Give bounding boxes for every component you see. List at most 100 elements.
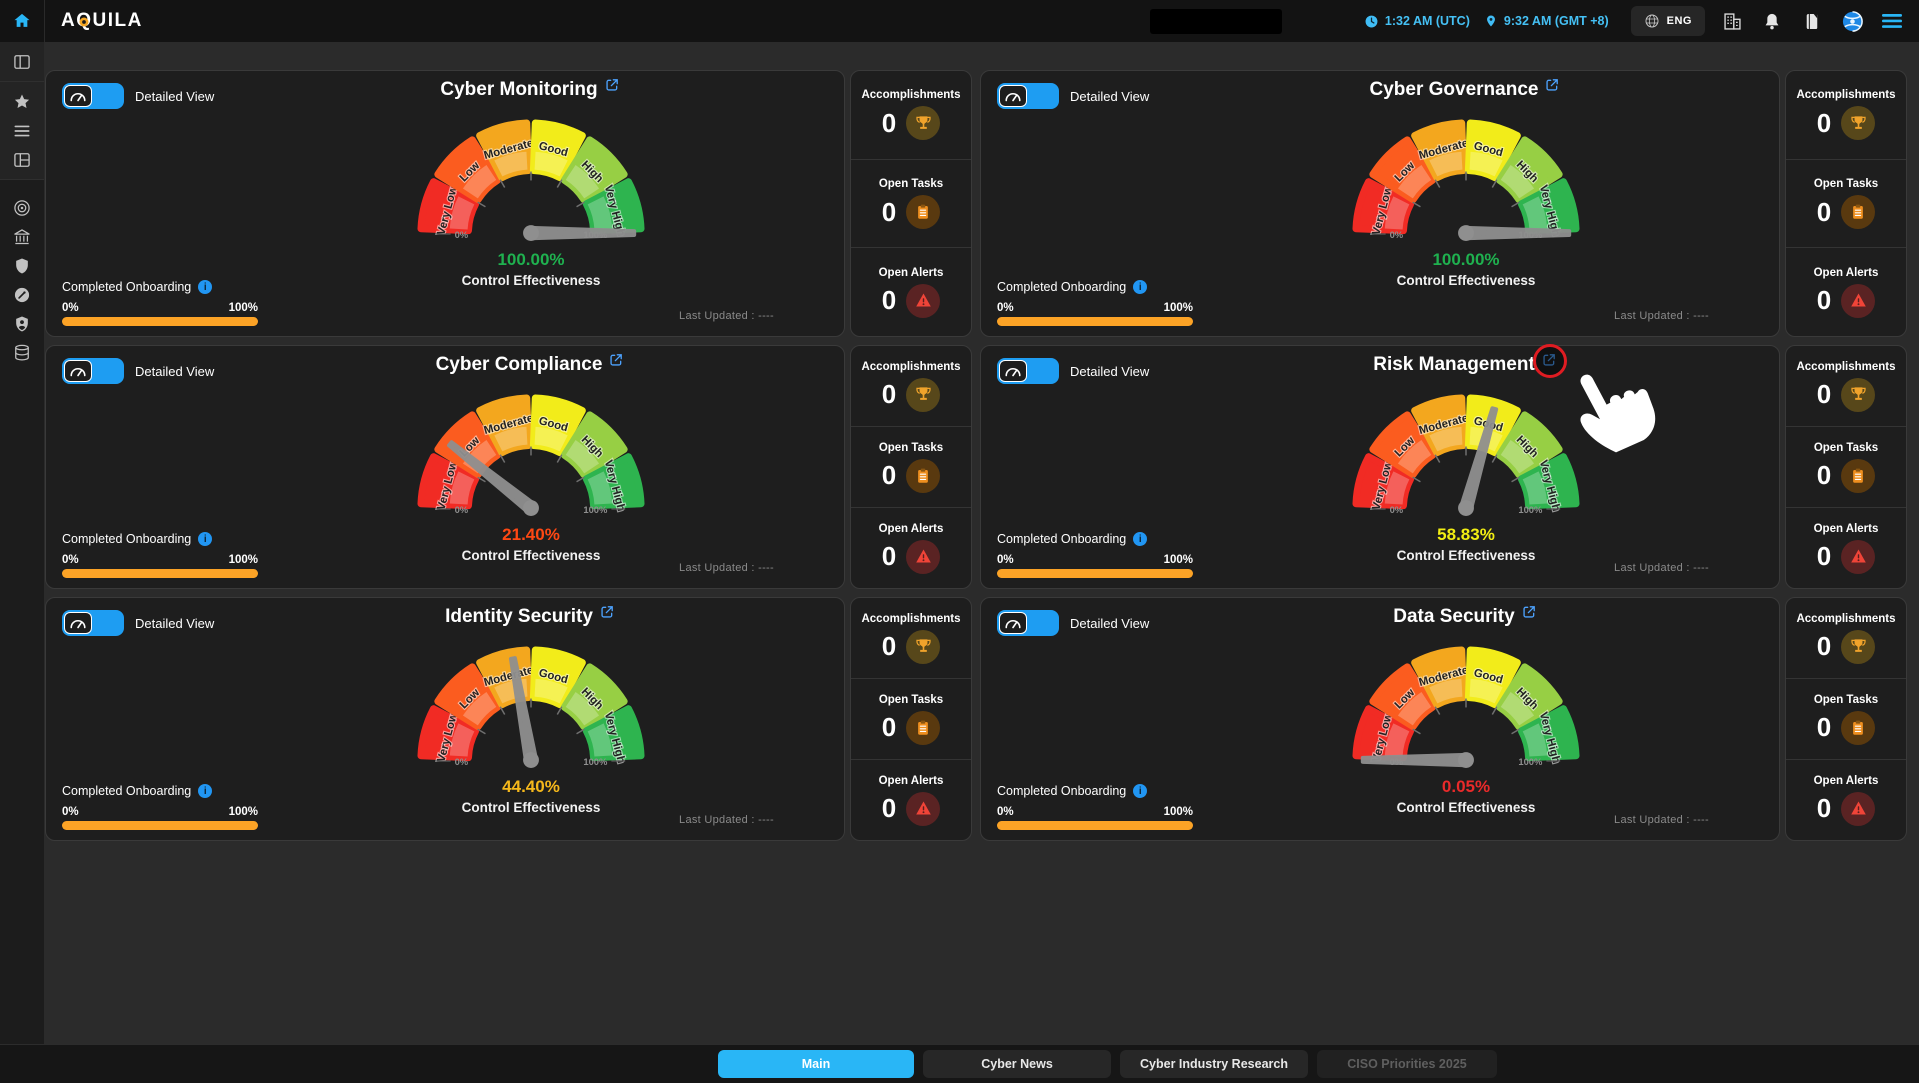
detailed-view-toggle[interactable] [62,83,124,109]
sidebar-item-institution[interactable] [0,222,44,251]
notifications-button[interactable] [1759,6,1785,36]
card-row-cell: Detailed View Identity Security [45,597,972,841]
radar-target-icon [12,198,32,218]
compass-gauge-icon [12,285,32,305]
info-icon[interactable] [198,280,212,294]
external-link-icon [608,352,624,368]
card-title-row: Risk Management [1373,354,1559,376]
security-admin-icon [12,314,32,334]
onboarding-max: 100% [229,806,258,818]
sidebar-item-security-admin[interactable] [0,309,44,338]
gauge-needle [1363,755,1466,765]
accomplishments-label: Accomplishments [861,613,960,625]
accomplishments-cell: Accomplishments 0 [1786,598,1906,679]
card-title-row: Data Security [1393,606,1538,628]
open-tasks-label: Open Tasks [1814,178,1878,190]
gauge-needle-pivot [1458,752,1474,768]
sidebar-item-shield[interactable] [0,251,44,280]
open-tasks-cell: Open Tasks 0 [851,160,971,249]
accomplishments-label: Accomplishments [1796,361,1895,373]
control-effectiveness-label: Control Effectiveness [462,273,601,288]
external-link-icon [604,77,620,93]
star-icon [12,92,32,112]
sidebar-item-dashboard[interactable] [0,145,44,174]
support-button[interactable] [1839,6,1865,36]
gauge-min-label: 0% [1390,229,1404,240]
gauge-view-knob [64,360,92,382]
open-detail-link[interactable] [604,77,622,95]
info-icon[interactable] [198,784,212,798]
sidebar-item-radar[interactable] [0,193,44,222]
onboarding-scale: 0% 100% [62,302,258,314]
onboarding-scale: 0% 100% [997,302,1193,314]
open-detail-link[interactable] [1544,77,1562,95]
sidebar-item-favorites[interactable] [0,87,44,116]
sidebar-item-database[interactable] [0,338,44,367]
detailed-view-control: Detailed View [997,358,1149,384]
gauge-needle-pivot [1458,225,1474,241]
accomplishments-label: Accomplishments [861,361,960,373]
card-data-security: Detailed View Data Security [980,597,1780,841]
open-tasks-cell: Open Tasks 0 [851,679,971,760]
open-detail-link[interactable] [608,352,626,370]
company-building-icon [1722,11,1743,32]
sidebar-item-compass[interactable] [0,280,44,309]
tab-cyber-news[interactable]: Cyber News [923,1050,1111,1078]
company-button[interactable] [1719,6,1745,36]
control-effectiveness-label: Control Effectiveness [462,800,601,815]
top-bar: AQUILA 1:32 AM (UTC) 9:32 AM (GMT +8) [0,0,1919,42]
accomplishments-value: 0 [1817,379,1831,410]
onboarding-block: Completed Onboarding 0% 100% [62,532,258,578]
handbook-button[interactable] [1799,6,1825,36]
control-effectiveness-label: Control Effectiveness [1397,800,1536,815]
last-updated: Last Updated : ---- [679,310,774,322]
open-detail-link[interactable] [1521,604,1539,622]
tab-ciso-priorities-2025[interactable]: CISO Priorities 2025 [1317,1050,1497,1078]
tab-main[interactable]: Main [718,1050,914,1078]
tab-cyber-industry-research[interactable]: Cyber Industry Research [1120,1050,1308,1078]
detailed-view-toggle[interactable] [997,610,1059,636]
trophy-icon [1849,114,1868,133]
stats-data-security: Accomplishments 0 Open Tasks 0 [1785,597,1907,841]
gauge-slot: Very LowLowModerateGoodHighVery High0%10… [1337,101,1595,253]
sidebar-item-panel[interactable] [0,47,44,76]
completed-onboarding-label: Completed Onboarding [62,280,191,294]
info-icon[interactable] [1133,784,1147,798]
clipboard-tasks-icon [914,467,932,485]
open-detail-link[interactable] [1541,352,1559,370]
alert-triangle-icon [1849,799,1868,818]
info-icon[interactable] [1133,280,1147,294]
home-button[interactable] [0,0,45,42]
accomplishments-value: 0 [882,379,896,410]
open-alerts-cell: Open Alerts 0 [1786,248,1906,336]
speedometer-icon [69,617,87,629]
onboarding-min: 0% [62,302,79,314]
external-link-icon [1521,604,1537,620]
language-selector[interactable]: ENG [1631,6,1705,36]
detailed-view-label: Detailed View [135,89,214,104]
onboarding-block: Completed Onboarding 0% 100% [997,784,1193,830]
detailed-view-toggle[interactable] [997,358,1059,384]
open-alerts-label: Open Alerts [879,267,944,279]
sidebar-item-list[interactable] [0,116,44,145]
main-menu-button[interactable] [1879,6,1905,36]
open-tasks-value: 0 [1817,712,1831,743]
open-alerts-label: Open Alerts [1814,267,1879,279]
gauge-needle [1466,228,1569,238]
open-detail-link[interactable] [599,604,617,622]
open-tasks-label: Open Tasks [879,694,943,706]
gauge-max-label: 100% [1518,504,1543,515]
gauge-column: Cyber Monitoring [331,79,731,288]
info-icon[interactable] [1133,532,1147,546]
detailed-view-toggle[interactable] [62,610,124,636]
gauge-view-knob [999,85,1027,107]
clock-icon [1364,14,1379,29]
last-updated: Last Updated : ---- [1614,814,1709,826]
gauge-chart: Very LowLowModerateGoodHighVery High0%10… [402,101,660,248]
detailed-view-toggle[interactable] [62,358,124,384]
info-icon[interactable] [198,532,212,546]
trophy-icon [914,114,933,133]
onboarding-min: 0% [62,806,79,818]
gauge-chart: Very LowLowModerateGoodHighVery High0%10… [1337,101,1595,248]
detailed-view-toggle[interactable] [997,83,1059,109]
